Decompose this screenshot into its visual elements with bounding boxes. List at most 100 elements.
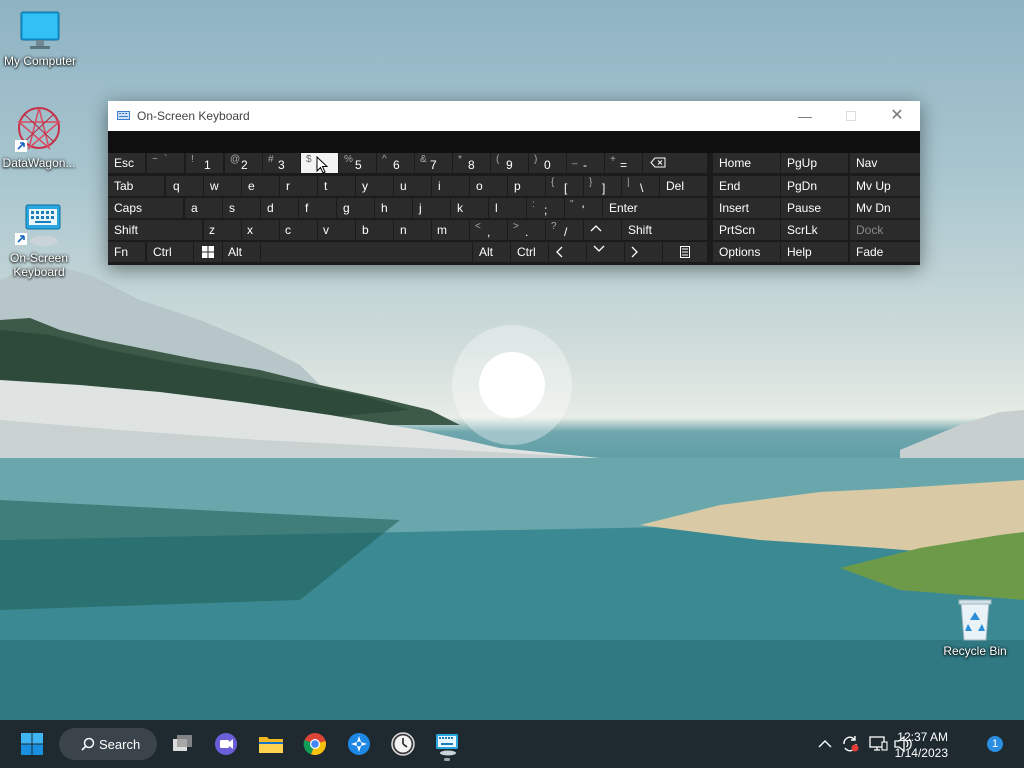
desktop-icon-datawagon[interactable]: DataWagon... [0,104,79,170]
key-alt-right[interactable]: Alt [473,242,510,262]
key-minus[interactable]: _ - [567,153,604,173]
key-pause[interactable]: Pause [781,198,848,218]
key-right-bracket[interactable]: }] [584,176,621,196]
key-enter[interactable]: Enter [603,198,707,218]
key-equals[interactable]: + = [605,153,642,173]
key-c[interactable]: c [280,220,317,240]
key-shift-left[interactable]: Shift [108,220,202,240]
key-a[interactable]: a [185,198,222,218]
key-left-bracket[interactable]: {[ [546,176,583,196]
network-tray-button[interactable] [867,734,889,754]
desktop-icon-on-screen-keyboard[interactable]: On-Screen Keyboard [0,203,79,279]
key-scrlk[interactable]: ScrLk [781,220,848,240]
key-s[interactable]: s [223,198,260,218]
key-z[interactable]: z [204,220,241,240]
key-end[interactable]: End [713,176,780,196]
key-del[interactable]: Del [660,176,707,196]
key-6[interactable]: ^ 6 [377,153,414,173]
maximize-button[interactable] [828,101,874,131]
key-tab[interactable]: Tab [108,176,164,196]
key-dock[interactable]: Dock [850,220,920,240]
chrome-button[interactable] [299,728,331,760]
key-h[interactable]: h [375,198,412,218]
key-space[interactable] [261,242,472,262]
key-9[interactable]: (9 [491,153,528,173]
key-backspace[interactable] [643,153,707,173]
start-button[interactable] [16,728,48,760]
key-fn[interactable]: Fn [108,242,145,262]
key-menu[interactable] [663,242,707,262]
file-explorer-button[interactable] [255,728,287,760]
key-e[interactable]: e [242,176,279,196]
task-view-button[interactable] [167,728,199,760]
on-screen-keyboard-taskbar-button[interactable] [431,728,463,761]
key-3[interactable]: #3 [263,153,300,173]
key-q[interactable]: q [166,176,203,196]
key-mv-up[interactable]: Mv Up [850,176,920,196]
key-quote[interactable]: " ' [565,198,602,218]
key-arrow-up[interactable] [584,220,621,240]
key-u[interactable]: u [394,176,431,196]
key-arrow-right[interactable] [625,242,662,262]
key-g[interactable]: g [337,198,374,218]
key-f[interactable]: f [299,198,336,218]
key-period[interactable]: >. [508,220,545,240]
key-2[interactable]: @2 [225,153,262,173]
clock-app-button[interactable] [387,728,419,760]
key-arrow-left[interactable] [549,242,586,262]
app-blue-gear-button[interactable] [343,728,375,760]
key-prtscn[interactable]: PrtScn [713,220,780,240]
key-x[interactable]: x [242,220,279,240]
key-home[interactable]: Home [713,153,780,173]
key-p[interactable]: p [508,176,545,196]
key-m[interactable]: m [432,220,469,240]
key-5[interactable]: % 5 [339,153,376,173]
key-k[interactable]: k [451,198,488,218]
key-slash[interactable]: ? / [546,220,583,240]
key-o[interactable]: o [470,176,507,196]
key-ctrl-right[interactable]: Ctrl [511,242,548,262]
key-v[interactable]: v [318,220,355,240]
notification-badge[interactable]: 1 [987,736,1003,752]
key-comma[interactable]: <, [470,220,507,240]
key-w[interactable]: w [204,176,241,196]
show-hidden-icons-button[interactable] [815,736,835,752]
key-d[interactable]: d [261,198,298,218]
taskbar-search[interactable]: Search [59,728,157,760]
teams-chat-button[interactable] [210,728,242,760]
key-t[interactable]: t [318,176,355,196]
key-alt-left[interactable]: Alt [223,242,260,262]
key-n[interactable]: n [394,220,431,240]
key-b[interactable]: b [356,220,393,240]
key-i[interactable]: i [432,176,469,196]
clock-date-tray[interactable]: 12:37 AM 1/14/2023 [895,729,948,761]
window-titlebar[interactable]: On-Screen Keyboard — ✕ [108,101,920,131]
key-y[interactable]: y [356,176,393,196]
key-j[interactable]: j [413,198,450,218]
key-insert[interactable]: Insert [713,198,780,218]
key-mv-dn[interactable]: Mv Dn [850,198,920,218]
key-tilde[interactable]: ~ ` [147,153,184,173]
key-esc[interactable]: Esc [108,153,145,173]
key-8[interactable]: * 8 [453,153,490,173]
key-0[interactable]: ) 0 [529,153,566,173]
key-options[interactable]: Options [713,242,780,262]
key-nav[interactable]: Nav [850,153,920,173]
key-1[interactable]: ! 1 [186,153,223,173]
desktop-icon-my-computer[interactable]: My Computer [0,10,80,68]
key-7[interactable]: & 7 [415,153,452,173]
key-shift-right[interactable]: Shift [622,220,707,240]
sync-tray-button[interactable] [840,734,862,754]
key-4-highlighted[interactable]: $4 [301,153,338,174]
key-caps[interactable]: Caps [108,198,183,218]
key-r[interactable]: r [280,176,317,196]
desktop-icon-recycle-bin[interactable]: Recycle Bin [935,598,1015,658]
key-backslash[interactable]: | \ [622,176,659,196]
key-ctrl-left[interactable]: Ctrl [147,242,193,262]
key-pgup[interactable]: PgUp [781,153,848,173]
key-help[interactable]: Help [781,242,848,262]
key-fade[interactable]: Fade [850,242,920,262]
key-windows[interactable] [194,242,222,262]
close-button[interactable]: ✕ [874,101,920,131]
key-l[interactable]: l [489,198,526,218]
